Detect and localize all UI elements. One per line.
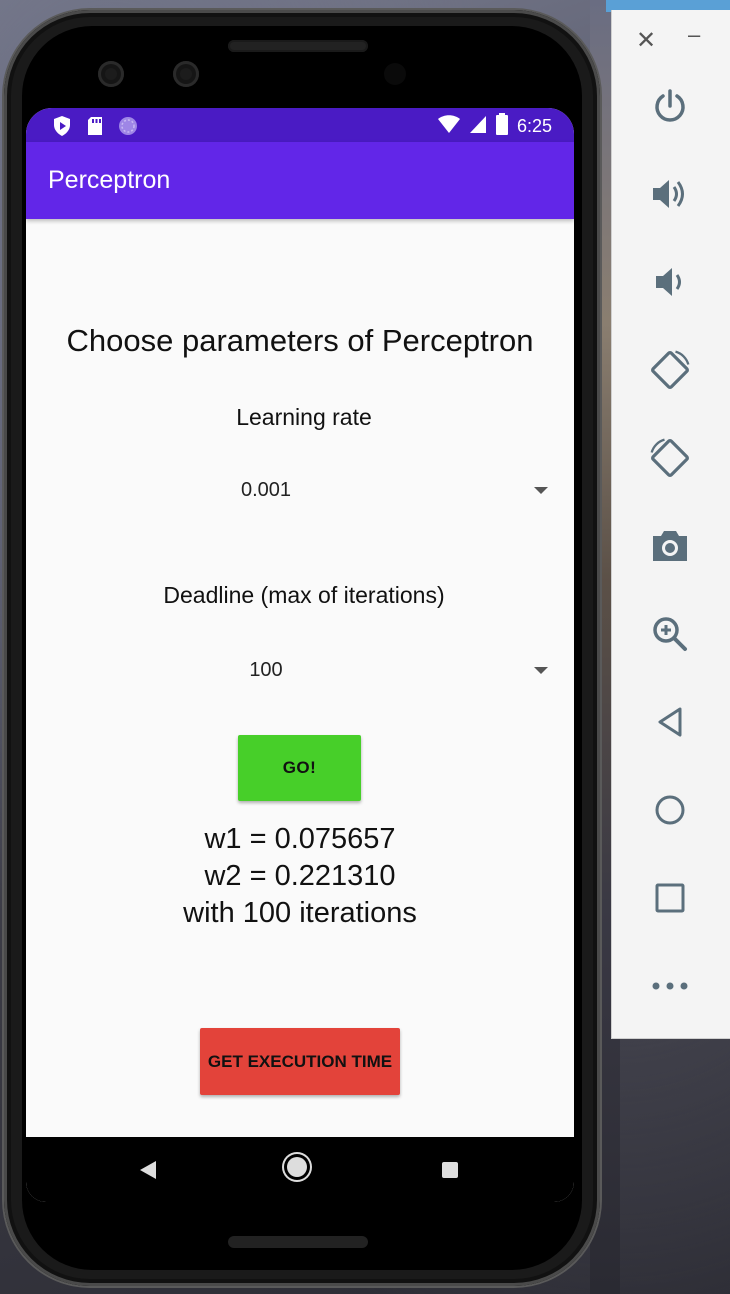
power-icon[interactable] xyxy=(648,84,692,128)
device-screen: 6:25 Perceptron Choose parameters of Per… xyxy=(26,108,574,1202)
nav-recents-icon[interactable] xyxy=(442,1162,458,1178)
go-button[interactable]: GO! xyxy=(238,735,361,801)
zoom-icon[interactable] xyxy=(648,612,692,656)
minimize-icon[interactable]: – xyxy=(688,22,700,48)
clock: 6:25 xyxy=(516,116,552,136)
volume-down-icon[interactable] xyxy=(648,260,692,304)
sd-card-icon xyxy=(86,116,104,141)
get-execution-time-button[interactable]: GET EXECUTION TIME xyxy=(200,1028,400,1095)
camera-icon[interactable] xyxy=(648,524,692,568)
main-content: Choose parameters of Perceptron Learning… xyxy=(26,219,574,1137)
bottom-speaker xyxy=(228,1236,368,1248)
result-w2: w2 = 0.221310 xyxy=(204,860,396,892)
status-right-icons: 6:25 xyxy=(437,113,552,140)
volume-up-icon[interactable] xyxy=(648,172,692,216)
battery-icon xyxy=(495,113,509,140)
rotate-left-icon[interactable] xyxy=(648,348,692,392)
results-text: w1 = 0.075657 w2 = 0.221310 with 100 ite… xyxy=(26,821,574,932)
status-left-icons xyxy=(52,115,138,142)
chevron-down-icon xyxy=(534,667,548,674)
status-bar: 6:25 xyxy=(26,108,574,142)
learning-rate-value: 0.001 xyxy=(240,479,292,501)
navigation-bar xyxy=(26,1137,574,1202)
overview-icon[interactable] xyxy=(648,876,692,920)
chevron-down-icon xyxy=(534,487,548,494)
learning-rate-spinner[interactable]: 0.001 xyxy=(26,471,574,511)
wifi-icon xyxy=(437,114,461,139)
close-icon[interactable]: ✕ xyxy=(636,26,656,55)
nav-home-icon[interactable] xyxy=(287,1157,307,1177)
earpiece-speaker xyxy=(228,40,368,52)
app-title: Perceptron xyxy=(48,166,171,194)
proximity-sensor xyxy=(384,63,406,85)
result-iterations: with 100 iterations xyxy=(183,897,417,929)
app-bar: Perceptron xyxy=(26,142,574,219)
deadline-spinner[interactable]: 100 xyxy=(26,651,574,691)
home-icon[interactable] xyxy=(648,788,692,832)
emulator-toolbar: ✕ – xyxy=(611,10,730,1039)
shield-icon xyxy=(52,115,72,142)
deadline-value: 100 xyxy=(249,659,283,681)
page-heading: Choose parameters of Perceptron xyxy=(66,323,534,358)
learning-rate-label: Learning rate xyxy=(236,404,372,430)
rotate-right-icon[interactable] xyxy=(648,436,692,480)
signal-icon xyxy=(469,114,487,139)
result-w1: w1 = 0.075657 xyxy=(204,823,396,855)
back-icon[interactable] xyxy=(648,700,692,744)
front-camera-secondary-icon xyxy=(173,61,199,87)
nav-back-icon[interactable] xyxy=(140,1161,156,1179)
front-camera-icon xyxy=(98,61,124,87)
more-icon[interactable] xyxy=(648,964,692,1008)
deadline-label: Deadline (max of iterations) xyxy=(163,582,445,608)
circle-dots-icon xyxy=(118,116,138,141)
